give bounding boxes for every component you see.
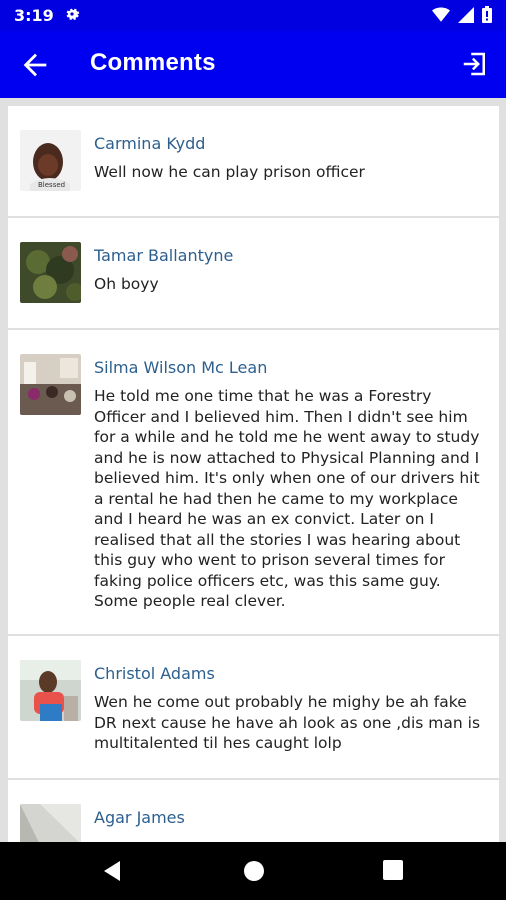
comment-author[interactable]: Agar James	[94, 808, 185, 827]
comment-text: Oh boyy	[94, 275, 159, 293]
comment-card[interactable]: Silma Wilson Mc Lean He told me one time…	[8, 330, 499, 636]
avatar	[20, 354, 81, 415]
nav-home-icon[interactable]	[242, 859, 266, 887]
comment-author[interactable]: Silma Wilson Mc Lean	[94, 358, 267, 377]
comment-text: Wen he come out probably he mighy be ah …	[94, 693, 481, 752]
svg-text:Blessed: Blessed	[38, 181, 65, 189]
status-time: 3:19	[14, 6, 54, 25]
signal-icon	[458, 6, 474, 27]
page-title: Comments	[90, 49, 216, 76]
comment-list[interactable]: Blessed Carmina Kydd Well now he can pla…	[8, 106, 499, 880]
comment-card[interactable]: Christol Adams Wen he come out probably …	[8, 636, 499, 780]
comment-card[interactable]: Tamar Ballantyne Oh boyy	[8, 218, 499, 330]
logout-icon[interactable]	[460, 49, 490, 79]
battery-icon	[482, 6, 492, 27]
avatar	[20, 660, 81, 721]
comment-text: He told me one time that he was a Forest…	[94, 387, 480, 610]
nav-back-icon[interactable]	[100, 859, 124, 887]
wifi-icon	[432, 7, 450, 27]
comment-author[interactable]: Carmina Kydd	[94, 134, 205, 153]
comment-text: Well now he can play prison officer	[94, 163, 365, 181]
gear-icon	[64, 6, 80, 26]
arrow-back-icon[interactable]	[18, 48, 52, 82]
system-nav-bar	[0, 842, 506, 900]
comment-card[interactable]: Blessed Carmina Kydd Well now he can pla…	[8, 106, 499, 218]
nav-recents-icon[interactable]	[382, 859, 404, 885]
comment-author[interactable]: Christol Adams	[94, 664, 215, 683]
app-bar: Comments	[0, 31, 506, 98]
avatar	[20, 242, 81, 303]
comment-author[interactable]: Tamar Ballantyne	[94, 246, 233, 265]
avatar: Blessed	[20, 130, 81, 191]
status-bar: 3:19	[0, 0, 506, 31]
